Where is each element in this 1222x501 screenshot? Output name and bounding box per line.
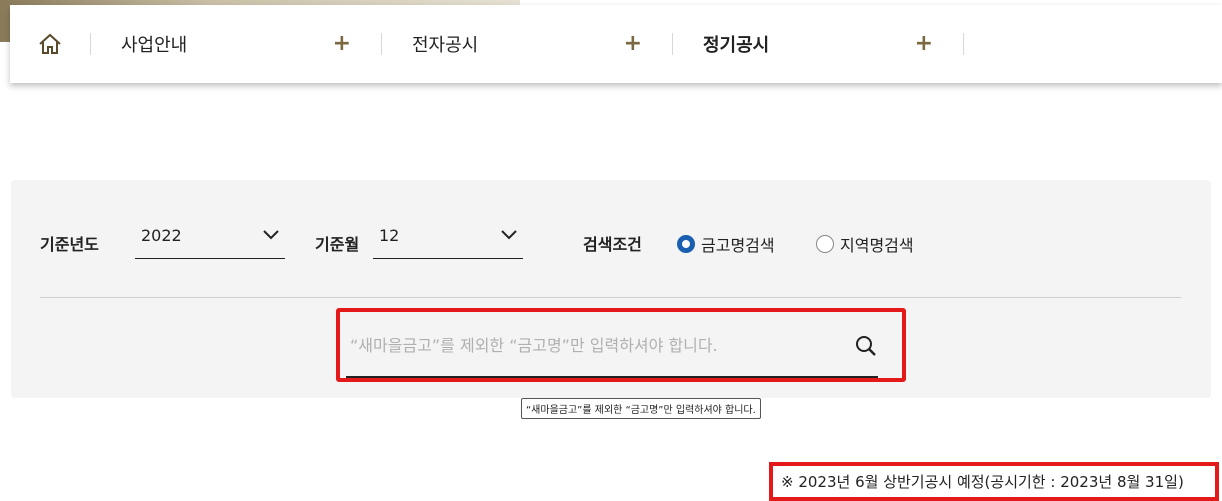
radio-label: 지역명검색 — [840, 236, 914, 255]
chevron-down-icon — [501, 230, 517, 240]
plus-icon: + — [332, 31, 351, 56]
radio-name-search[interactable]: 금고명검색 — [677, 232, 775, 256]
nav-separator — [963, 33, 964, 55]
search-button[interactable] — [850, 330, 882, 362]
plus-icon: + — [914, 31, 933, 56]
disclosure-notice: ※ 2023년 6월 상반기공시 예정(공시기한 : 2023년 8월 31일) — [769, 462, 1219, 501]
input-underline — [346, 376, 878, 378]
condition-label: 검색조건 — [583, 235, 642, 254]
month-label: 기준월 — [315, 235, 360, 254]
nav-item-regular-disclosure[interactable]: 정기공시 + — [673, 5, 963, 83]
chevron-down-icon — [263, 230, 279, 240]
divider — [40, 297, 1181, 298]
radio-region-search[interactable]: 지역명검색 — [816, 232, 914, 256]
home-icon — [39, 33, 61, 54]
radio-unselected-icon — [816, 235, 834, 253]
month-select[interactable]: 12 — [373, 220, 523, 259]
nav-item-electronic-disclosure[interactable]: 전자공시 + — [382, 5, 672, 83]
nav-item-business[interactable]: 사업안내 + — [91, 5, 381, 83]
month-value: 12 — [379, 226, 400, 245]
plus-icon: + — [623, 31, 642, 56]
search-box — [336, 308, 906, 382]
search-input[interactable] — [348, 322, 852, 368]
nav-item-label: 사업안내 — [121, 35, 188, 56]
nav-item-label: 전자공시 — [412, 35, 479, 56]
radio-selected-icon — [677, 235, 695, 253]
search-panel: 기준년도 2022 기준월 12 검색조건 금고명검색 지역명검색 — [11, 180, 1211, 398]
radio-label: 금고명검색 — [701, 236, 775, 255]
search-icon — [856, 336, 876, 356]
nav-item-label: 정기공시 — [703, 35, 770, 56]
home-button[interactable] — [10, 5, 90, 83]
tooltip: “새마을금고”를 제외한 “금고명”만 입력하셔야 합니다. — [521, 398, 761, 419]
year-select[interactable]: 2022 — [135, 220, 285, 259]
year-value: 2022 — [141, 226, 182, 245]
top-navigation: 사업안내 + 전자공시 + 정기공시 + — [10, 5, 1222, 83]
year-label: 기준년도 — [40, 235, 99, 254]
